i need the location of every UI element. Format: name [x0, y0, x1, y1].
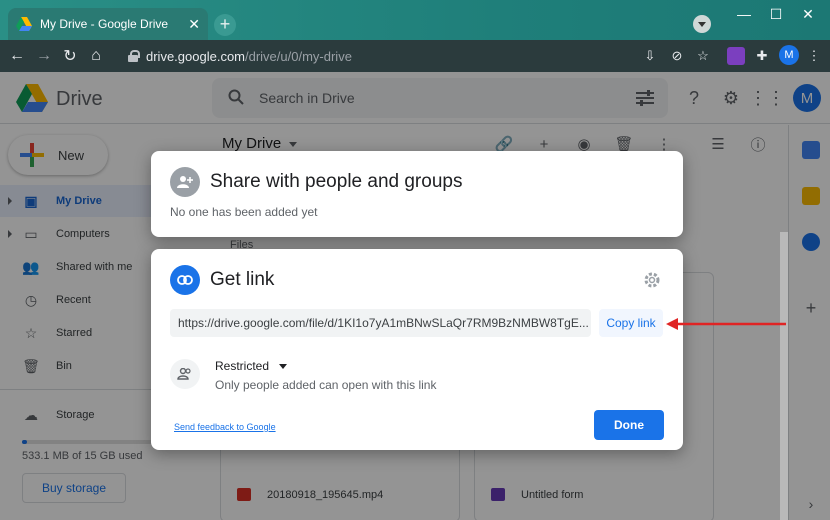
copy-link-button[interactable]: Copy link	[599, 309, 663, 337]
add-person-icon	[170, 167, 200, 197]
done-button[interactable]: Done	[594, 410, 664, 440]
people-icon	[170, 359, 200, 389]
share-dialog: Share with people and groups No one has …	[151, 151, 683, 237]
reload-icon[interactable]: ↻	[60, 46, 80, 66]
tab-close-icon[interactable]: ✕	[188, 16, 200, 33]
extension-icon[interactable]	[727, 47, 745, 65]
address-bar: ← → ↻ ⌂ drive.google.com/drive/u/0/my-dr…	[0, 40, 830, 72]
share-link-field[interactable]: https://drive.google.com/file/d/1KI1o7yA…	[170, 309, 591, 337]
tab-search-icon[interactable]	[693, 15, 711, 33]
home-icon[interactable]: ⌂	[86, 46, 106, 66]
extensions-puzzle-icon[interactable]: ✚	[753, 47, 771, 65]
browser-menu-icon[interactable]: ⋮	[805, 47, 823, 65]
browser-title-bar: My Drive - Google Drive ✕ + — ☐ ✕	[0, 0, 830, 40]
browser-profile-avatar[interactable]: M	[779, 45, 799, 65]
tab-title: My Drive - Google Drive	[40, 17, 169, 31]
share-dialog-subtitle: No one has been added yet	[170, 205, 318, 219]
scrollbar[interactable]	[780, 232, 788, 520]
link-settings-gear-icon[interactable]	[643, 271, 661, 289]
install-app-icon[interactable]: ⇩	[641, 47, 659, 65]
access-level-dropdown[interactable]: Restricted	[215, 359, 287, 373]
bookmark-star-icon[interactable]: ☆	[694, 47, 712, 65]
url-text: drive.google.com/drive/u/0/my-drive	[146, 48, 352, 64]
get-link-dialog: Get link https://drive.google.com/file/d…	[151, 249, 683, 450]
browser-tab[interactable]: My Drive - Google Drive ✕	[8, 8, 208, 40]
google-drive-favicon-icon	[16, 17, 32, 31]
send-feedback-link[interactable]: Send feedback to Google	[174, 422, 276, 432]
link-icon	[170, 265, 200, 295]
new-tab-button[interactable]: +	[214, 14, 236, 36]
eye-slash-icon[interactable]: ⊘	[668, 47, 686, 65]
close-window-button[interactable]: ✕	[786, 0, 830, 28]
forward-arrow-icon[interactable]: →	[34, 46, 54, 66]
access-level-description: Only people added can open with this lin…	[215, 378, 437, 392]
share-dialog-title: Share with people and groups	[210, 171, 463, 192]
back-arrow-icon[interactable]: ←	[7, 46, 27, 66]
lock-icon	[128, 50, 140, 62]
get-link-title: Get link	[210, 269, 275, 290]
url-field[interactable]: drive.google.com/drive/u/0/my-drive	[118, 44, 636, 68]
red-arrow-annotation	[666, 318, 786, 330]
